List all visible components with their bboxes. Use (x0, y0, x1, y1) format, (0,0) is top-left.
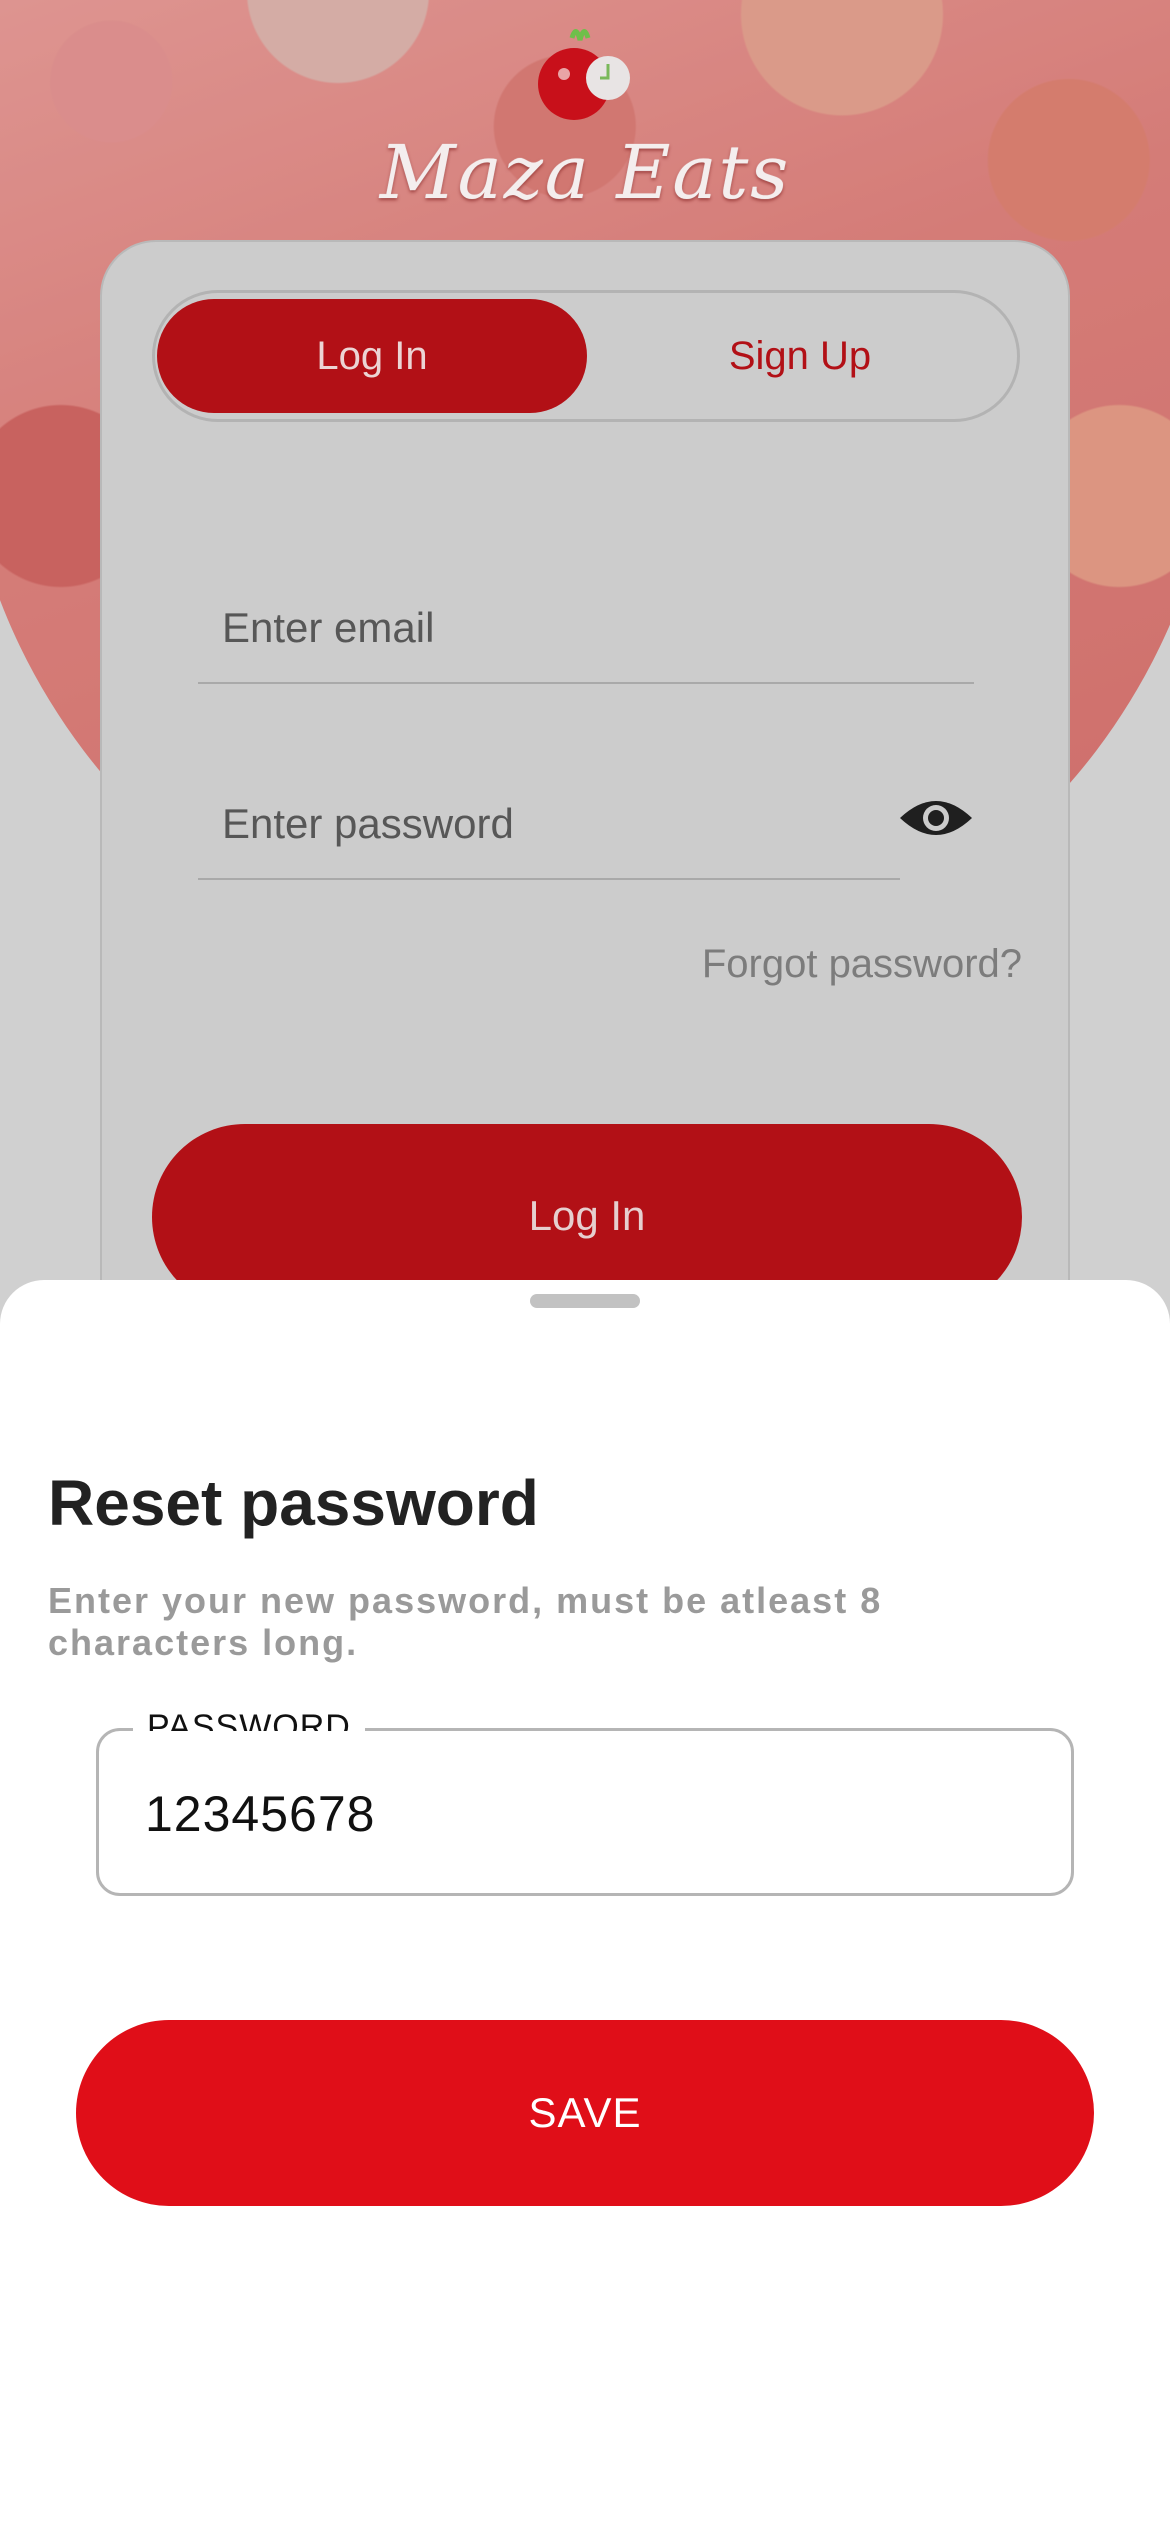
tab-login[interactable]: Log In (157, 299, 587, 413)
email-field[interactable]: Enter email (198, 562, 974, 684)
new-password-input[interactable]: PASSWORD 12345678 (96, 1709, 1074, 1896)
forgot-password-link[interactable]: Forgot password? (702, 942, 1022, 987)
sheet-subtitle: Enter your new password, must be atleast… (48, 1580, 883, 1663)
eye-icon[interactable] (898, 790, 974, 846)
app-screen: Maza Eats Log In Sign Up Enter email Ent… (0, 0, 1170, 2532)
password-field-value: 12345678 (145, 1786, 376, 1842)
login-card: Log In Sign Up Enter email Enter passwor… (100, 240, 1070, 1340)
tab-signup[interactable]: Sign Up (585, 299, 1015, 413)
save-button[interactable]: SAVE (76, 2020, 1094, 2206)
sheet-title: Reset password (48, 1467, 539, 1539)
sheet-drag-handle[interactable] (530, 1294, 640, 1308)
password-placeholder: Enter password (222, 800, 514, 847)
brand-name: Maza Eats (379, 130, 791, 216)
reset-password-sheet: Reset password Enter your new password, … (0, 1280, 1170, 2532)
password-field-label: PASSWORD (133, 1709, 365, 1731)
brand-logo: Maza Eats (0, 10, 1170, 240)
auth-tab-switch: Log In Sign Up (152, 290, 1020, 422)
password-field[interactable]: Enter password (198, 758, 900, 880)
tomato-logo-icon (538, 29, 630, 120)
email-placeholder: Enter email (222, 604, 435, 651)
